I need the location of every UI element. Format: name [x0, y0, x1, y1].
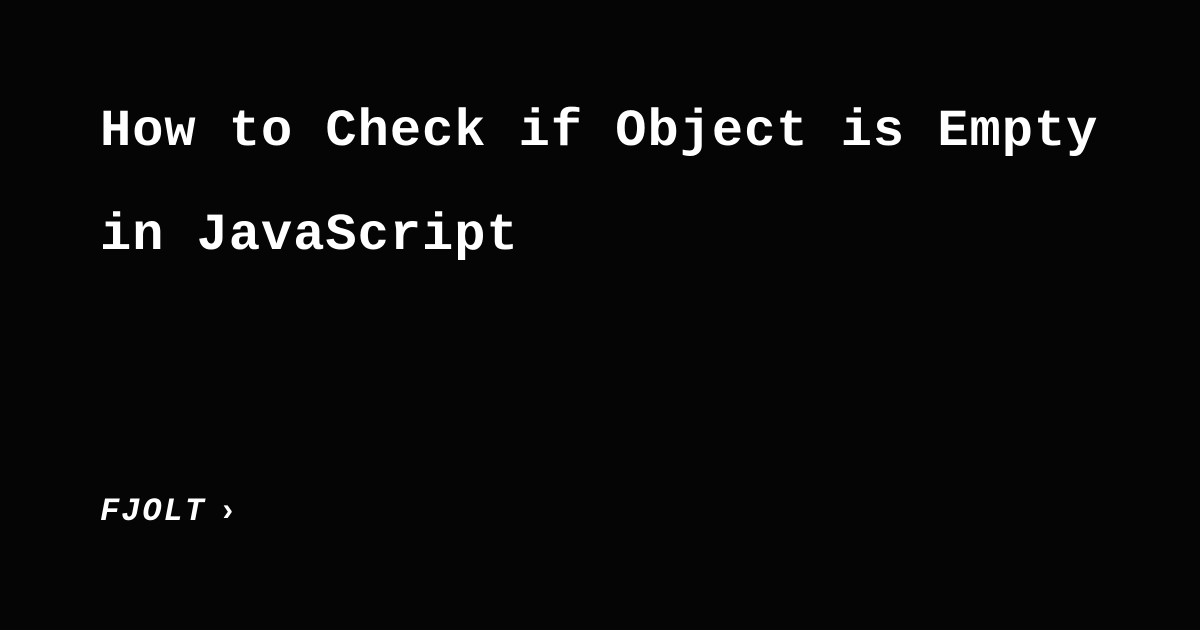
brand-name: FJOLT [100, 493, 206, 530]
article-title: How to Check if Object is Empty in JavaS… [100, 80, 1100, 288]
chevron-right-icon: › [218, 493, 237, 530]
social-card-container: How to Check if Object is Empty in JavaS… [0, 0, 1200, 630]
brand-container: FJOLT › [100, 493, 1100, 530]
